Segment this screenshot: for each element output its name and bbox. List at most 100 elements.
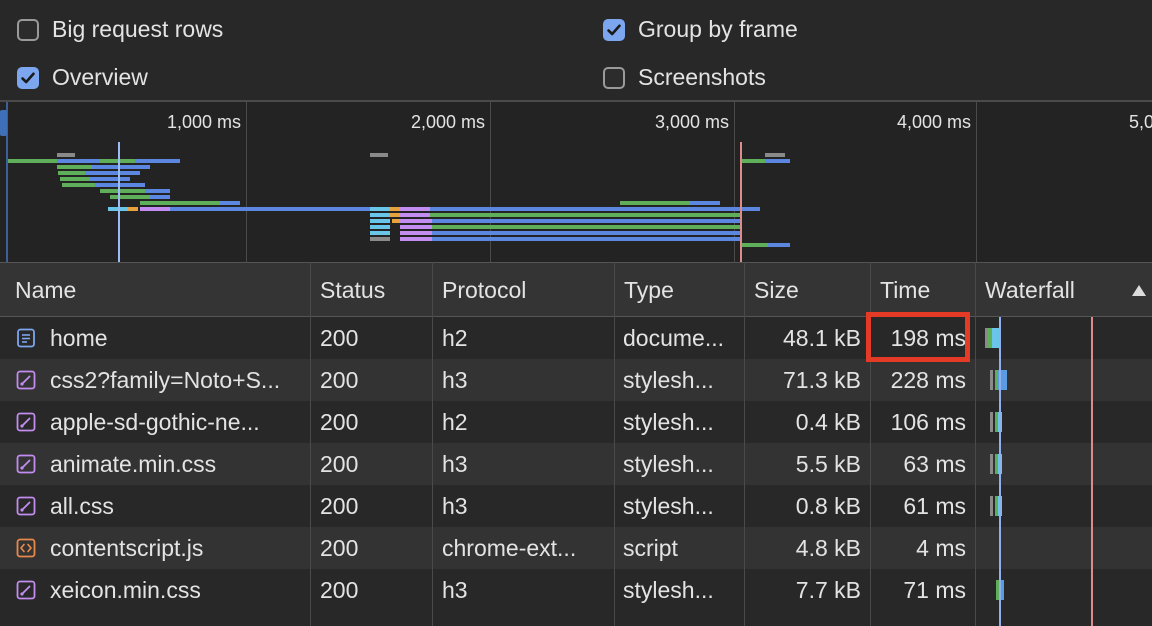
overview-bar (128, 207, 138, 211)
waterfall-segment (990, 370, 993, 390)
tick-label: 3,000 ms (654, 112, 729, 132)
waterfall-segment (990, 454, 993, 474)
waterfall-load-line (1091, 317, 1093, 626)
column-divider[interactable] (744, 262, 745, 626)
group-by-frame-checkbox[interactable] (603, 18, 625, 41)
overview-bar (57, 153, 75, 157)
waterfall-bar (0, 317, 1152, 359)
overview-bar (170, 207, 370, 211)
overview-bar (60, 177, 90, 181)
overview-option[interactable]: Overview (17, 64, 148, 91)
overview-bar (140, 201, 220, 205)
waterfall-bar (0, 569, 1152, 611)
table-header: Name Status Protocol Type Size Time Wate… (0, 262, 1152, 317)
screenshots-option[interactable]: Screenshots (603, 64, 766, 91)
overview-bar (92, 165, 120, 169)
overview-bar (370, 207, 390, 211)
overview-bar (370, 219, 390, 223)
column-divider[interactable] (432, 262, 433, 626)
column-header-protocol[interactable]: Protocol (432, 263, 614, 316)
overview-drag-handle[interactable] (0, 110, 7, 136)
waterfall-bar (0, 527, 1152, 569)
column-header-time[interactable]: Time (870, 263, 975, 316)
column-divider[interactable] (614, 262, 615, 626)
overview-checkbox[interactable] (17, 66, 39, 89)
tick-label: 5,0 (1129, 112, 1152, 132)
column-divider[interactable] (310, 262, 311, 626)
gridline (976, 102, 977, 262)
big-request-rows-option[interactable]: Big request rows (17, 16, 223, 43)
dom-content-loaded-line (118, 142, 120, 262)
overview-bar (8, 159, 57, 163)
overview-bar (62, 183, 95, 187)
column-header-waterfall[interactable]: Waterfall (975, 263, 1152, 316)
overview-bar (110, 171, 140, 175)
table-row[interactable]: all.css 200 h3 stylesh... 0.8 kB 61 ms (0, 485, 1152, 527)
overview-bar (220, 201, 240, 205)
waterfall-bar (0, 443, 1152, 485)
overview-bar (135, 159, 180, 163)
time-highlight-box (866, 312, 970, 362)
overview-bar (370, 225, 390, 229)
column-divider[interactable] (975, 262, 976, 626)
overview-bar (150, 195, 170, 199)
waterfall-segment (990, 412, 993, 432)
overview-bar (392, 219, 400, 223)
table-row[interactable]: xeicon.min.css 200 h3 stylesh... 7.7 kB 71 ms (0, 569, 1152, 611)
overview-bar (390, 213, 400, 217)
overview-bar (400, 219, 432, 223)
overview-bar (145, 189, 170, 193)
overview-bar (110, 195, 150, 199)
waterfall-segment (990, 496, 993, 516)
overview-bar (370, 231, 390, 235)
column-header-status[interactable]: Status (310, 263, 432, 316)
overview-bar (400, 225, 432, 229)
table-row[interactable]: css2?family=Noto+S... 200 h3 stylesh... 71.3… (0, 359, 1152, 401)
overview-bar (765, 159, 790, 163)
overview-bar (370, 213, 390, 217)
overview-bar (740, 159, 765, 163)
table-row[interactable]: contentscript.js 200 chrome-ext... script 4.… (0, 527, 1152, 569)
table-row[interactable]: apple-sd-gothic-ne... 200 h2 stylesh... 0.4 … (0, 401, 1152, 443)
checkmark-icon (21, 72, 35, 83)
column-header-type[interactable]: Type (614, 263, 744, 316)
overview-bar (740, 243, 768, 247)
overview-bar (95, 183, 145, 187)
overview-bar (100, 189, 145, 193)
gridline (246, 102, 247, 262)
column-header-size[interactable]: Size (744, 263, 870, 316)
table-row[interactable]: home 200 h2 docume... 48.1 kB 198 ms (0, 317, 1152, 359)
sort-ascending-icon (1132, 285, 1146, 296)
group-by-frame-option[interactable]: Group by frame (603, 16, 798, 43)
overview-bar (620, 201, 690, 205)
overview-bar (430, 213, 740, 217)
overview-bar (80, 165, 92, 169)
settings-panel: Big request rows Group by frame Overview… (0, 0, 1152, 100)
overview-bar (370, 153, 388, 157)
tick-label: 4,000 ms (896, 112, 971, 132)
overview-bar (432, 237, 740, 241)
overview-bar (58, 171, 85, 175)
checkmark-icon (607, 24, 621, 35)
table-row[interactable]: animate.min.css 200 h3 stylesh... 5.5 kB 63 m… (0, 443, 1152, 485)
screenshots-checkbox[interactable] (603, 66, 625, 89)
network-request-table: Name Status Protocol Type Size Time Wate… (0, 262, 1152, 626)
waterfall-bar (0, 485, 1152, 527)
overview-bar (57, 165, 80, 169)
screenshots-label: Screenshots (638, 64, 766, 90)
overview-bar (85, 171, 110, 175)
tick-label: 1,000 ms (166, 112, 241, 132)
column-header-name[interactable]: Name (5, 263, 310, 316)
load-event-line (740, 142, 742, 262)
overview-timeline[interactable]: 1,000 ms 2,000 ms 3,000 ms 4,000 ms 5,0 (0, 102, 1152, 262)
overview-bar (690, 201, 720, 205)
big-request-rows-label: Big request rows (52, 16, 224, 42)
overview-bar (390, 207, 400, 211)
overview-bar (432, 219, 740, 223)
big-request-rows-checkbox[interactable] (17, 18, 39, 41)
group-by-frame-label: Group by frame (638, 16, 798, 42)
overview-bar (765, 153, 785, 157)
overview-bar (430, 207, 760, 211)
overview-bar (90, 177, 130, 181)
overview-bar (432, 225, 740, 229)
